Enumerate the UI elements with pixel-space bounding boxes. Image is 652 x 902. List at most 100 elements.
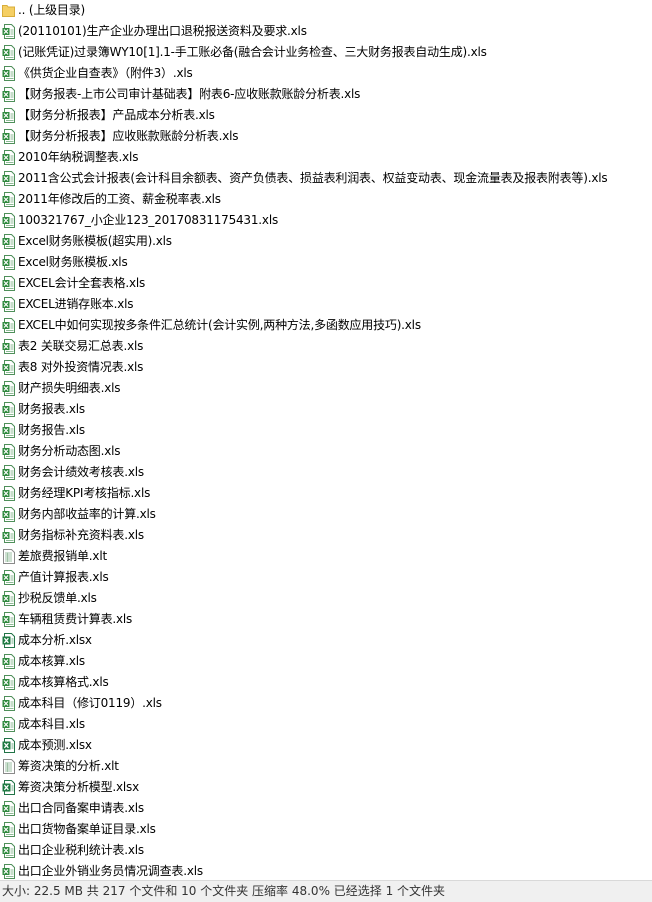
file-name: Excel财务账模板(超实用).xls [18, 234, 172, 248]
xls-file-icon [2, 339, 15, 354]
file-name: Excel财务账模板.xls [18, 255, 128, 269]
file-name: 出口合同备案申请表.xls [18, 801, 144, 815]
file-row[interactable]: EXCEL会计全套表格.xls [0, 273, 652, 294]
file-name: 2011年修改后的工资、薪金税率表.xls [18, 192, 221, 206]
file-name: 财务分析动态图.xls [18, 444, 121, 458]
file-name: 抄税反馈单.xls [18, 591, 97, 605]
file-row[interactable]: 表8 对外投资情况表.xls [0, 357, 652, 378]
xlsx-file-icon [2, 633, 15, 648]
file-name: 成本预测.xlsx [18, 738, 92, 752]
xlt-file-icon [2, 759, 15, 774]
file-row[interactable]: 2011年修改后的工资、薪金税率表.xls [0, 189, 652, 210]
file-name: 车辆租赁费计算表.xls [18, 612, 133, 626]
xlt-file-icon [2, 549, 15, 564]
file-row[interactable]: (20110101)生产企业办理出口退税报送资料及要求.xls [0, 21, 652, 42]
xls-file-icon [2, 822, 15, 837]
xls-file-icon [2, 864, 15, 879]
file-row[interactable]: 出口企业外销业务员情况调查表.xls [0, 861, 652, 880]
file-row[interactable]: EXCEL进销存账本.xls [0, 294, 652, 315]
xls-file-icon [2, 66, 15, 81]
file-row[interactable]: EXCEL中如何实现按多条件汇总统计(会计实例,两种方法,多函数应用技巧).xl… [0, 315, 652, 336]
file-row[interactable]: 《供货企业自查表》（附件3）.xls [0, 63, 652, 84]
file-row[interactable]: 财务报表.xls [0, 399, 652, 420]
file-row[interactable]: 成本科目（修订0119）.xls [0, 693, 652, 714]
xls-file-icon [2, 24, 15, 39]
file-row[interactable]: 出口企业税利统计表.xls [0, 840, 652, 861]
file-name: 筹资决策的分析.xlt [18, 759, 119, 773]
file-row[interactable]: 成本核算.xls [0, 651, 652, 672]
xls-file-icon [2, 192, 15, 207]
file-row[interactable]: 财务经理KPI考核指标.xls [0, 483, 652, 504]
xls-file-icon [2, 717, 15, 732]
xls-file-icon [2, 612, 15, 627]
file-row[interactable]: 出口货物备案单证目录.xls [0, 819, 652, 840]
xls-file-icon [2, 465, 15, 480]
file-name: 成本分析.xlsx [18, 633, 92, 647]
file-row[interactable]: Excel财务账模板(超实用).xls [0, 231, 652, 252]
file-row[interactable]: 【财务分析报表】产品成本分析表.xls [0, 105, 652, 126]
file-name: 出口企业外销业务员情况调查表.xls [18, 864, 203, 878]
file-name: 成本核算.xls [18, 654, 85, 668]
file-row[interactable]: 出口合同备案申请表.xls [0, 798, 652, 819]
file-name: 差旅费报销单.xlt [18, 549, 107, 563]
xls-file-icon [2, 591, 15, 606]
xls-file-icon [2, 108, 15, 123]
file-row[interactable]: Excel财务账模板.xls [0, 252, 652, 273]
file-name: 成本科目.xls [18, 717, 85, 731]
file-row[interactable]: 筹资决策的分析.xlt [0, 756, 652, 777]
xls-file-icon [2, 507, 15, 522]
xls-file-icon [2, 444, 15, 459]
status-bar: 大小: 22.5 MB 共 217 个文件和 10 个文件夹 压缩率 48.0%… [0, 880, 652, 902]
file-row[interactable]: 差旅费报销单.xlt [0, 546, 652, 567]
file-row[interactable]: 财务指标补充资料表.xls [0, 525, 652, 546]
xls-file-icon [2, 276, 15, 291]
xls-file-icon [2, 843, 15, 858]
file-row[interactable]: 车辆租赁费计算表.xls [0, 609, 652, 630]
file-row[interactable]: 2010年纳税调整表.xls [0, 147, 652, 168]
file-row[interactable]: 财务内部收益率的计算.xls [0, 504, 652, 525]
file-row[interactable]: 【财务分析报表】应收账款账龄分析表.xls [0, 126, 652, 147]
xls-file-icon [2, 213, 15, 228]
file-row[interactable]: 2011含公式会计报表(会计科目余额表、资产负债表、损益表利润表、权益变动表、现… [0, 168, 652, 189]
file-name: 筹资决策分析模型.xlsx [18, 780, 140, 794]
file-name: EXCEL中如何实现按多条件汇总统计(会计实例,两种方法,多函数应用技巧).xl… [18, 318, 421, 332]
xls-file-icon [2, 45, 15, 60]
file-name: 【财务分析报表】应收账款账龄分析表.xls [18, 129, 239, 143]
file-name: 产值计算报表.xls [18, 570, 109, 584]
file-row[interactable]: (记账凭证)过录簿WY10[1].1-手工账必备(融合会计业务检查、三大财务报表… [0, 42, 652, 63]
file-row[interactable]: 财务分析动态图.xls [0, 441, 652, 462]
file-list[interactable]: .. (上级目录) (20110101)生产企业办理出口退税报送资料及要求.xls… [0, 0, 652, 880]
file-row[interactable]: 成本分析.xlsx [0, 630, 652, 651]
xls-file-icon [2, 234, 15, 249]
file-row[interactable]: 财产损失明细表.xls [0, 378, 652, 399]
xlsx-file-icon [2, 738, 15, 753]
file-name: 《供货企业自查表》（附件3）.xls [18, 66, 193, 80]
file-row[interactable]: 表2 关联交易汇总表.xls [0, 336, 652, 357]
xls-file-icon [2, 129, 15, 144]
file-name: 【财务分析报表】产品成本分析表.xls [18, 108, 215, 122]
xls-file-icon [2, 654, 15, 669]
file-row[interactable]: 产值计算报表.xls [0, 567, 652, 588]
file-row[interactable]: 成本科目.xls [0, 714, 652, 735]
xls-file-icon [2, 570, 15, 585]
status-text: 大小: 22.5 MB 共 217 个文件和 10 个文件夹 压缩率 48.0%… [2, 884, 446, 898]
xls-file-icon [2, 171, 15, 186]
file-name: EXCEL进销存账本.xls [18, 297, 134, 311]
xls-file-icon [2, 423, 15, 438]
xls-file-icon [2, 381, 15, 396]
xls-file-icon [2, 360, 15, 375]
xls-file-icon [2, 318, 15, 333]
file-row[interactable]: 【财务报表-上市公司审计基础表】附表6-应收账款账龄分析表.xls [0, 84, 652, 105]
file-row[interactable]: 成本核算格式.xls [0, 672, 652, 693]
file-row[interactable]: 抄税反馈单.xls [0, 588, 652, 609]
file-row[interactable]: 100321767_小企业123_20170831175431.xls [0, 210, 652, 231]
file-name: 出口货物备案单证目录.xls [18, 822, 156, 836]
xls-file-icon [2, 528, 15, 543]
file-row[interactable]: 筹资决策分析模型.xlsx [0, 777, 652, 798]
parent-directory-row[interactable]: .. (上级目录) [0, 0, 652, 21]
file-row[interactable]: 财务会计绩效考核表.xls [0, 462, 652, 483]
file-row[interactable]: 成本预测.xlsx [0, 735, 652, 756]
file-row[interactable]: 财务报告.xls [0, 420, 652, 441]
xls-file-icon [2, 801, 15, 816]
file-name: 出口企业税利统计表.xls [18, 843, 144, 857]
